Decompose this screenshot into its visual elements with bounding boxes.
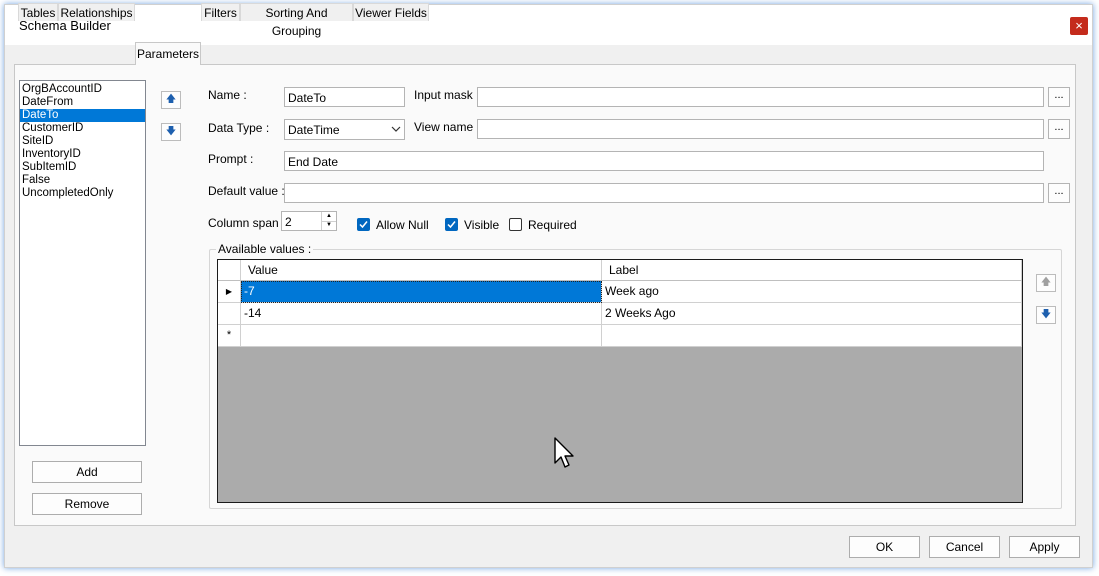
list-item[interactable]: OrgBAccountID <box>20 83 145 96</box>
list-item[interactable]: UncompletedOnly <box>20 187 145 200</box>
grid-cell-value-new[interactable] <box>241 325 602 347</box>
grid-cell-value[interactable]: -7 <box>241 281 602 303</box>
data-type-select[interactable]: DateTime <box>284 119 405 140</box>
list-item[interactable]: SiteID <box>20 135 145 148</box>
tab-tables[interactable]: Tables <box>18 3 58 21</box>
default-value-input[interactable] <box>284 183 1044 203</box>
close-button[interactable]: × <box>1070 17 1088 35</box>
tab-relationships[interactable]: Relationships <box>58 3 135 21</box>
cancel-button[interactable]: Cancel <box>929 536 1000 558</box>
column-span-stepper[interactable]: 2 ▲ ▼ <box>281 211 337 231</box>
input-mask-browse-button[interactable]: ... <box>1048 87 1070 107</box>
mouse-cursor-icon <box>554 437 574 468</box>
new-row-indicator-icon[interactable]: * <box>218 325 241 347</box>
move-parameter-down-button[interactable]: 🡇 <box>161 123 181 141</box>
column-span-value: 2 <box>285 215 292 229</box>
default-value-browse-button[interactable]: ... <box>1048 183 1070 203</box>
list-item[interactable]: InventoryID <box>20 148 145 161</box>
grid-cell-label[interactable]: Week ago <box>602 281 1022 303</box>
grid-cell-label-new[interactable] <box>602 325 1022 347</box>
add-parameter-button[interactable]: Add <box>32 461 142 483</box>
arrow-down-icon: 🡇 <box>165 126 177 137</box>
name-label: Name : <box>208 88 247 102</box>
allow-null-label: Allow Null <box>376 218 429 232</box>
parameter-list[interactable]: OrgBAccountID DateFrom DateTo CustomerID… <box>19 80 146 446</box>
column-header-label[interactable]: Label <box>602 260 1022 281</box>
view-name-browse-button[interactable]: ... <box>1048 119 1070 139</box>
view-name-label: View name : <box>414 120 480 134</box>
stepper-buttons: ▲ ▼ <box>321 212 336 230</box>
tab-parameters[interactable]: Parameters <box>135 42 201 65</box>
input-mask-label: Input mask : <box>414 88 480 102</box>
remove-parameter-button[interactable]: Remove <box>32 493 142 515</box>
move-parameter-up-button[interactable]: 🡅 <box>161 91 181 109</box>
data-type-label: Data Type : <box>208 121 270 135</box>
tab-filters[interactable]: Filters <box>201 3 240 21</box>
visible-checkbox[interactable] <box>445 218 458 231</box>
available-values-label: Available values : <box>216 242 314 256</box>
move-value-up-button[interactable]: 🡅 <box>1036 274 1056 292</box>
row-header[interactable] <box>218 303 241 325</box>
arrow-up-icon: 🡅 <box>1040 277 1052 288</box>
checkmark-icon <box>359 221 368 229</box>
grid-header-row: Value Label <box>218 260 1022 282</box>
prompt-input[interactable]: End Date <box>284 151 1044 171</box>
data-type-value: DateTime <box>288 123 340 137</box>
column-header-value[interactable]: Value <box>241 260 602 281</box>
current-row-indicator-icon[interactable]: ▶ <box>218 281 241 303</box>
list-item-selected[interactable]: DateTo <box>20 109 145 122</box>
table-row[interactable]: ▶ -7 Week ago <box>218 281 1022 303</box>
list-item[interactable]: False <box>20 174 145 187</box>
grid-cell-label[interactable]: 2 Weeks Ago <box>602 303 1022 325</box>
prompt-label: Prompt : <box>208 152 254 166</box>
table-row[interactable]: -14 2 Weeks Ago <box>218 303 1022 325</box>
view-name-input[interactable] <box>477 119 1044 139</box>
new-row[interactable]: * <box>218 325 1022 347</box>
allow-null-checkbox[interactable] <box>357 218 370 231</box>
name-input[interactable]: DateTo <box>284 87 405 107</box>
default-value-label: Default value : <box>208 184 285 198</box>
tab-viewer-fields[interactable]: Viewer Fields <box>353 3 429 21</box>
ok-button[interactable]: OK <box>849 536 920 558</box>
list-item[interactable]: SubItemID <box>20 161 145 174</box>
grid-corner-header <box>218 260 241 281</box>
title-bar: Schema Builder × <box>5 5 1092 45</box>
grid-cell-value[interactable]: -14 <box>241 303 602 325</box>
required-label: Required <box>528 218 577 232</box>
column-span-label: Column span : <box>208 216 286 230</box>
list-item[interactable]: CustomerID <box>20 122 145 135</box>
arrow-down-icon: 🡇 <box>1040 309 1052 320</box>
stepper-down-icon[interactable]: ▼ <box>322 221 336 230</box>
chevron-down-icon <box>391 126 401 132</box>
move-value-down-button[interactable]: 🡇 <box>1036 306 1056 324</box>
checkmark-icon <box>447 221 456 229</box>
available-values-grid[interactable]: Value Label ▶ -7 Week ago -14 2 Weeks Ag… <box>217 259 1023 503</box>
arrow-up-icon: 🡅 <box>165 94 177 105</box>
tab-sorting-and-grouping[interactable]: Sorting And Grouping <box>240 3 353 38</box>
list-item[interactable]: DateFrom <box>20 96 145 109</box>
input-mask-input[interactable] <box>477 87 1044 107</box>
required-checkbox[interactable] <box>509 218 522 231</box>
visible-label: Visible <box>464 218 500 232</box>
apply-button[interactable]: Apply <box>1009 536 1080 558</box>
